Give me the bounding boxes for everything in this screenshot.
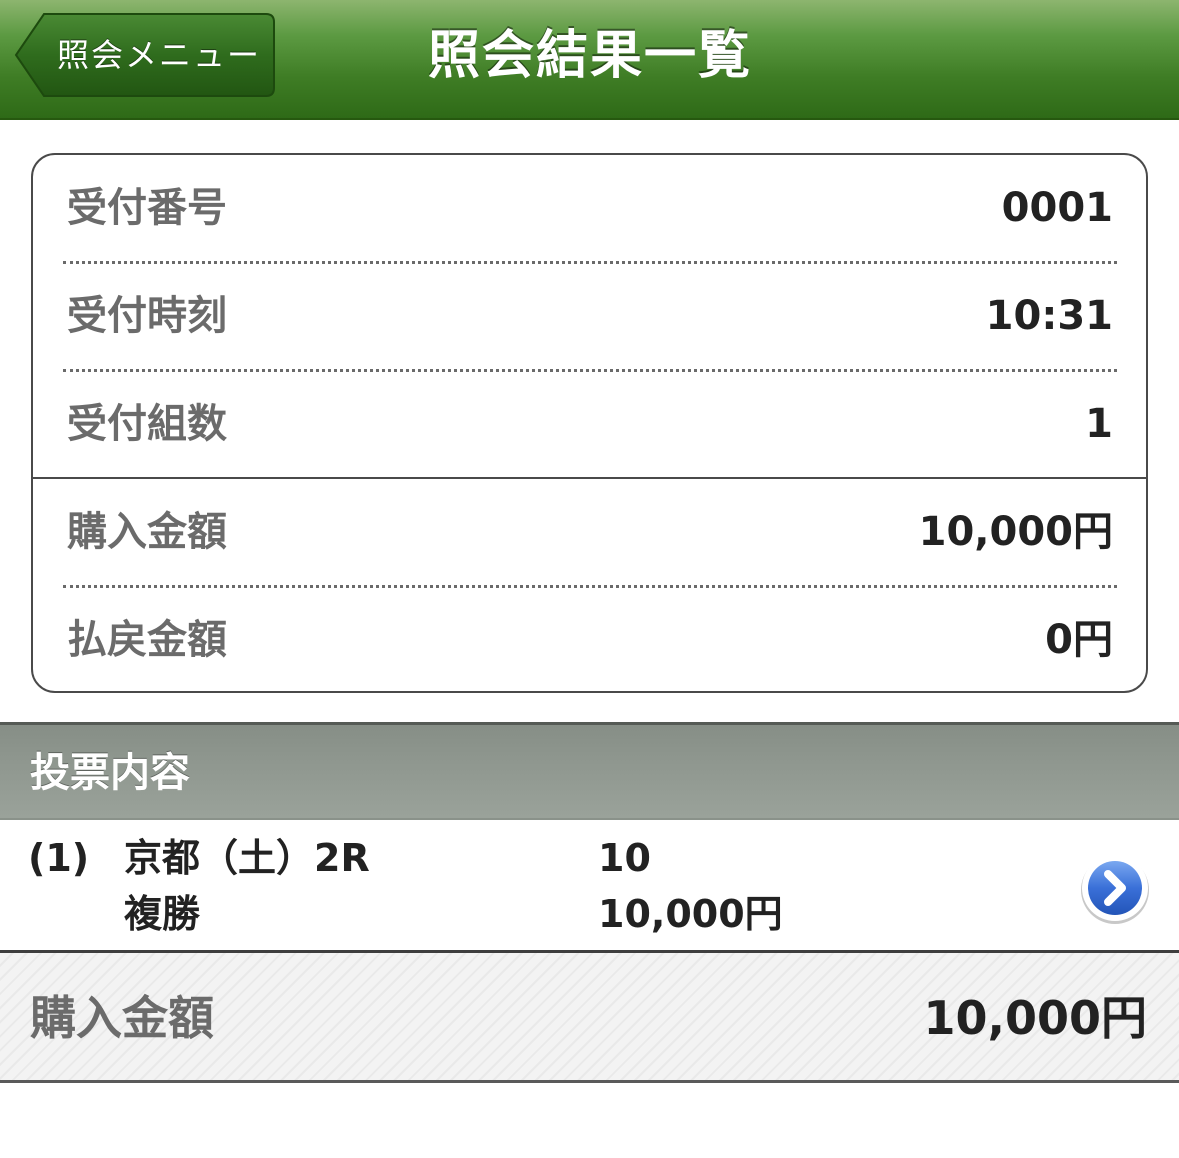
page: 照会メニュー 照会結果一覧 受付番号 0001 受付時刻 10:31 受付組数 … — [0, 0, 1179, 1158]
purchase-amount-label: 購入金額 — [67, 509, 227, 555]
purchase-amount-row: 購入金額 10,000円 — [63, 479, 1117, 585]
vote-list-item[interactable]: (1) 京都（土）2R 複勝 10 10,000円 — [0, 820, 1179, 953]
total-label: 購入金額 — [30, 991, 214, 1045]
receipt-sets-row: 受付組数 1 — [63, 371, 1117, 477]
refund-amount-row: 払戻金額 0円 — [63, 587, 1117, 693]
vote-amount: 10,000円 — [598, 892, 783, 936]
receipt-number-value: 0001 — [1001, 185, 1113, 231]
vote-bet-type: 複勝 — [124, 892, 201, 936]
back-button[interactable]: 照会メニュー — [14, 12, 276, 98]
vote-race: 京都（土）2R — [124, 836, 370, 880]
vote-horse-number: 10 — [598, 836, 651, 880]
navigation-bar: 照会メニュー 照会結果一覧 — [0, 0, 1179, 120]
total-value: 10,000円 — [923, 991, 1147, 1045]
receipt-time-label: 受付時刻 — [67, 293, 227, 339]
back-button-label: 照会メニュー — [56, 36, 261, 74]
page-title: 照会結果一覧 — [427, 26, 752, 86]
summary-card: 受付番号 0001 受付時刻 10:31 受付組数 1 購入金額 10,000円… — [31, 153, 1148, 693]
refund-amount-value: 0円 — [1045, 617, 1113, 663]
receipt-time-value: 10:31 — [985, 293, 1113, 339]
vote-section-title: 投票内容 — [30, 750, 190, 796]
detail-disclosure-graphic — [1081, 855, 1149, 924]
receipt-number-label: 受付番号 — [67, 185, 227, 231]
receipt-time-row: 受付時刻 10:31 — [63, 263, 1117, 369]
vote-section-header: 投票内容 — [0, 722, 1179, 820]
purchase-amount-value: 10,000円 — [918, 509, 1113, 555]
receipt-sets-value: 1 — [1085, 401, 1113, 447]
vote-index: (1) — [28, 836, 90, 880]
receipt-sets-label: 受付組数 — [67, 401, 227, 447]
chevron-right-circle-icon[interactable] — [1078, 852, 1152, 926]
receipt-number-row: 受付番号 0001 — [63, 155, 1117, 261]
total-bar: 購入金額 10,000円 — [0, 953, 1179, 1083]
refund-amount-label: 払戻金額 — [67, 617, 227, 663]
